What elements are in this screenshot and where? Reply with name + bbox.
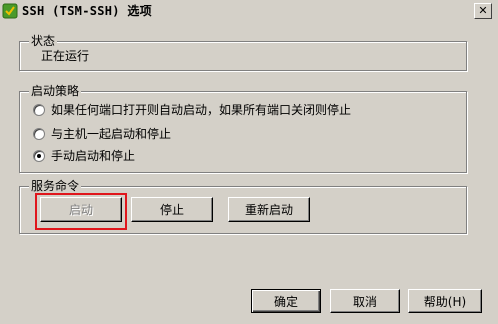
start-button-highlight xyxy=(35,193,127,230)
help-button[interactable]: 帮助(H) xyxy=(408,289,482,313)
ok-button[interactable]: 确定 xyxy=(251,289,321,313)
cancel-button[interactable]: 取消 xyxy=(330,289,400,313)
service-commands-legend: 服务命令 xyxy=(29,179,82,193)
ssh-options-dialog: SSH (TSM-SSH) 选项 ✕ 状态 正在运行 启动策略 如果任何端口打开… xyxy=(0,0,498,324)
restart-button[interactable]: 重新启动 xyxy=(228,197,310,222)
stop-button[interactable]: 停止 xyxy=(131,197,213,222)
